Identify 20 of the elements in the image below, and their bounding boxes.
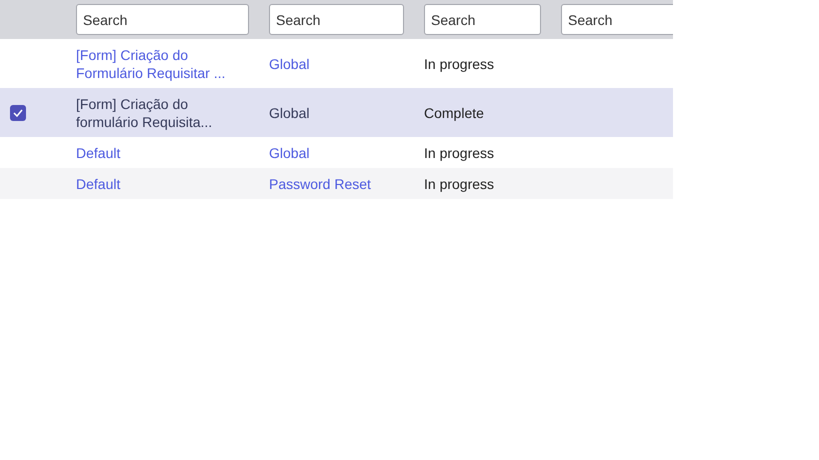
search-field[interactable]: Search <box>424 4 541 35</box>
table-row[interactable]: [Form] Criação do formulário Requisita... Global Complete <box>0 88 673 137</box>
check-icon <box>13 108 23 116</box>
table-cell-link[interactable]: Global <box>259 104 414 122</box>
table-row[interactable]: Default Password Reset In progress <box>0 168 673 199</box>
table-cell-link[interactable]: Global <box>259 144 414 162</box>
table-cell-text: In progress <box>423 54 496 72</box>
table-cell-text: In progress <box>423 174 496 192</box>
table-cell-link[interactable]: Default <box>66 174 226 192</box>
checkbox[interactable] <box>10 104 26 120</box>
search-field[interactable]: Search <box>561 4 673 35</box>
table-cell-link[interactable]: Password Reset <box>259 174 414 192</box>
table-cell-text: In progress <box>423 144 496 162</box>
search-field[interactable]: Search <box>76 4 249 35</box>
table-cell-link[interactable]: [Form] Criação do Formulário Requisitar ... <box>66 46 226 82</box>
table-cell-link[interactable]: Default <box>66 144 226 162</box>
table-cell-link[interactable]: Global <box>259 54 414 72</box>
table-cell-link[interactable]: [Form] Criação do formulário Requisita... <box>66 94 226 130</box>
search-field[interactable]: Search <box>269 4 404 35</box>
table-cell-text: Complete <box>423 104 485 122</box>
